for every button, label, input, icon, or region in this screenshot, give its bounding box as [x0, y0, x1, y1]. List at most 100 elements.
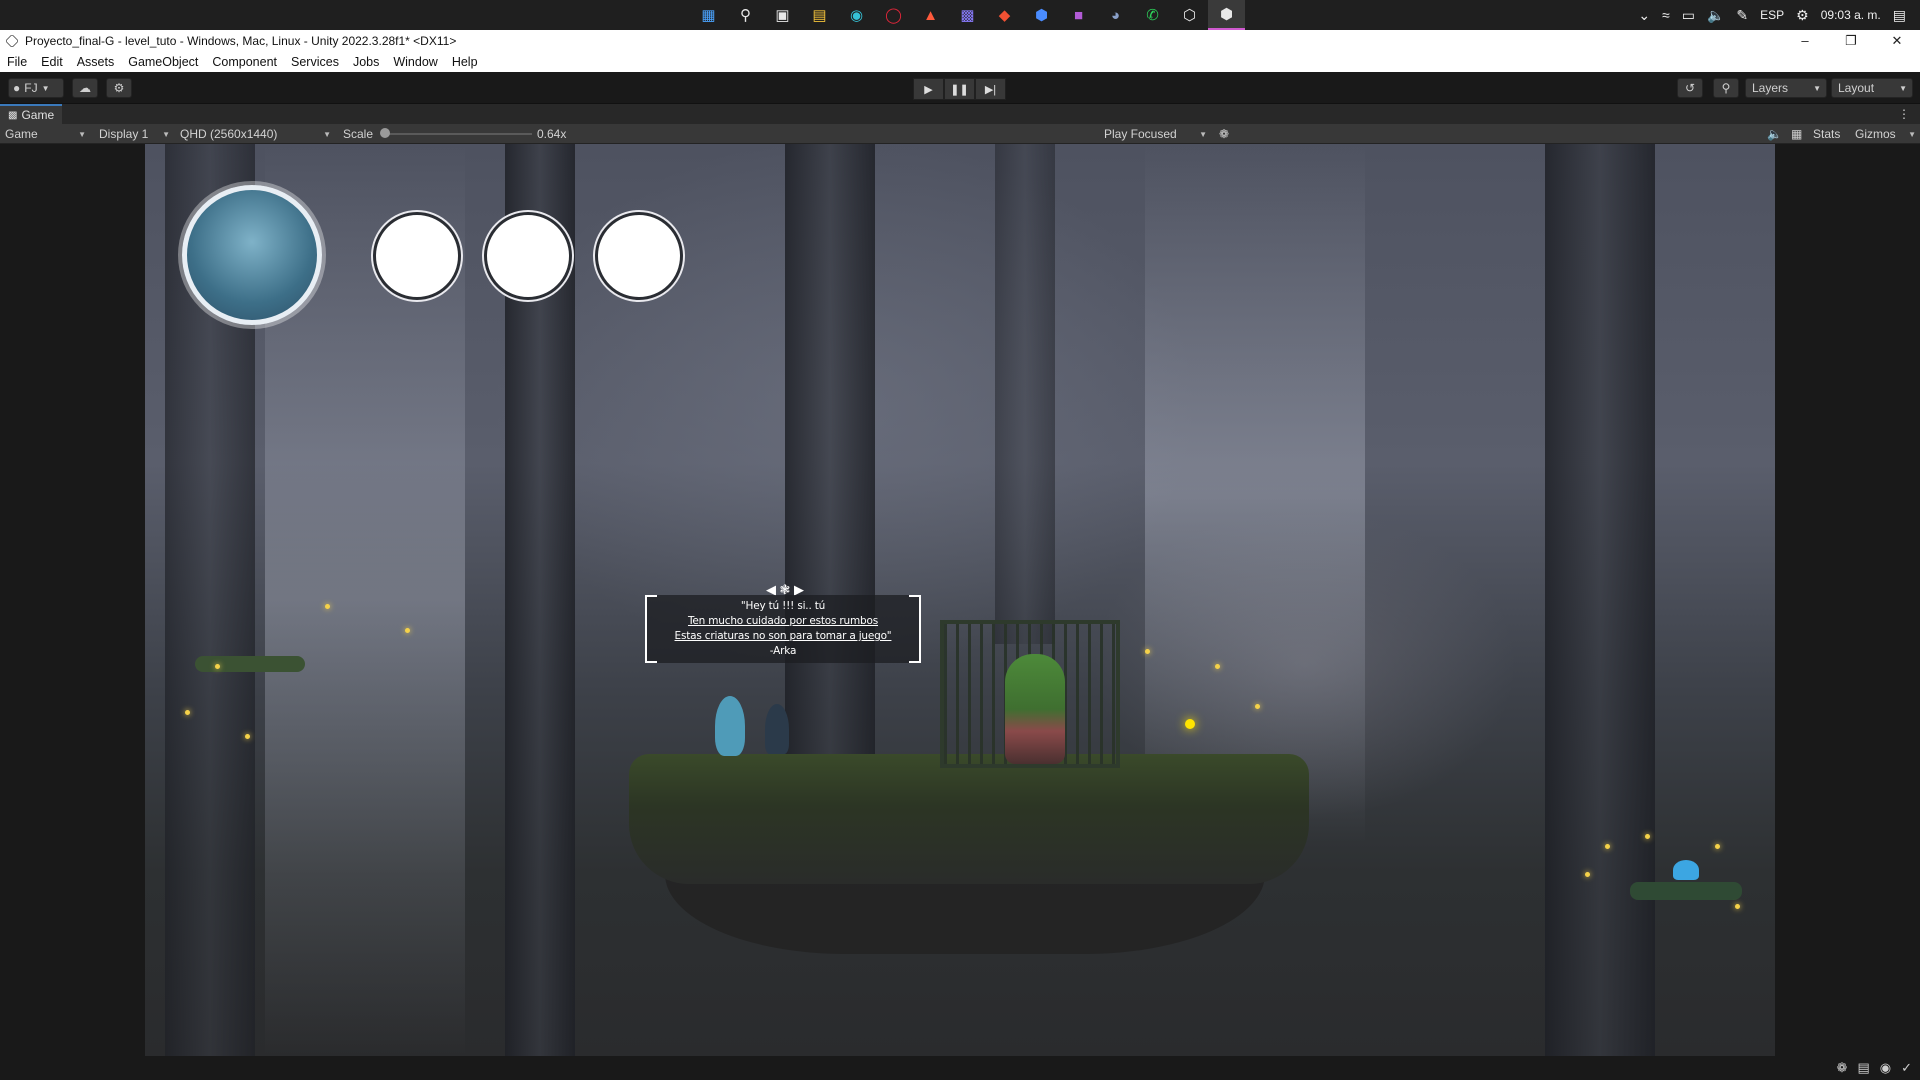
play-focus-dropdown[interactable]: Play Focused ▼	[1099, 124, 1211, 144]
search-icon[interactable]: ⚲	[727, 0, 764, 30]
layers-icon[interactable]: ▤	[1857, 1060, 1869, 1076]
windows-taskbar: ▦ ⚲ ▣ ▤ ◉ ◯ ▲ ▩ ◆ ⬢ ■ ◕ ✆ ⬡ ⬢ ⌄ ≈ ▭ 🔈 ✎ …	[0, 0, 1920, 30]
system-tray: ⌄ ≈ ▭ 🔈 ✎ ESP ⚙ 09:03 a. m. ▤	[1638, 0, 1906, 30]
life-slot	[373, 212, 461, 300]
whatsapp-icon[interactable]: ✆	[1134, 0, 1171, 30]
language-indicator[interactable]: ESP	[1760, 8, 1784, 22]
steam-icon[interactable]: ◕	[1097, 0, 1134, 30]
history-button[interactable]: ↺	[1677, 78, 1703, 98]
edge-icon[interactable]: ◉	[838, 0, 875, 30]
layers-dropdown[interactable]: Layers ▼	[1745, 78, 1827, 98]
audio-icon[interactable]: 🔈	[1762, 124, 1782, 144]
main-platform	[629, 754, 1309, 884]
bird-character	[715, 696, 745, 756]
scale-slider-track[interactable]	[384, 133, 532, 135]
layers-label: Layers	[1752, 81, 1789, 95]
gizmos-dropdown[interactable]: Gizmos ▼	[1850, 124, 1920, 144]
menu-window[interactable]: Window	[386, 55, 444, 69]
play-controls: ▶ ❚❚ ▶|	[913, 78, 1006, 100]
windows-start-icon[interactable]: ▦	[690, 0, 727, 30]
menu-component[interactable]: Component	[205, 55, 284, 69]
unity-editor-icon[interactable]: ⬢	[1208, 0, 1245, 30]
git-icon[interactable]: ◆	[986, 0, 1023, 30]
notification-icon[interactable]: ▤	[1893, 7, 1906, 24]
pen-icon[interactable]: ✎	[1736, 7, 1748, 24]
npc-dialog-box: "Hey tú !!! si.. tú Ten mucho cuidado po…	[645, 595, 921, 663]
task-view-icon[interactable]: ▣	[764, 0, 801, 30]
grid-icon[interactable]: ▦	[1786, 124, 1802, 144]
chevron-up-icon[interactable]: ⌄	[1638, 7, 1650, 24]
window-title: Proyecto_final-G - level_tuto - Windows,…	[25, 33, 457, 48]
stats-button[interactable]: Stats	[1808, 124, 1840, 144]
display-dropdown[interactable]: Display 1 ▼	[94, 124, 174, 144]
account-dropdown[interactable]: ● FJ ▼	[8, 78, 64, 98]
dialog-signature: -Arka	[769, 645, 797, 657]
game-scene[interactable]: ◀ ❃ ▶ "Hey tú !!! si.. tú Ten mucho cuid…	[145, 144, 1775, 1056]
vscode-icon[interactable]: ⬢	[1023, 0, 1060, 30]
volume-icon[interactable]: 🔈	[1707, 7, 1724, 24]
check-icon[interactable]: ✓	[1901, 1060, 1912, 1076]
menu-help[interactable]: Help	[445, 55, 485, 69]
step-icon: ▶|	[984, 83, 997, 96]
scale-slider-knob[interactable]	[380, 128, 390, 138]
opera-icon[interactable]: ◯	[875, 0, 912, 30]
cloud-button[interactable]: ☁	[72, 78, 98, 98]
menu-jobs[interactable]: Jobs	[346, 55, 386, 69]
menu-services[interactable]: Services	[284, 55, 346, 69]
resolution-dropdown[interactable]: QHD (2560x1440) ▼	[175, 124, 335, 144]
dialog-line-3: Estas criaturas no son para tomar a jueg…	[674, 630, 892, 642]
adobe-acrobat-icon[interactable]: ▲	[912, 0, 949, 30]
game-view-controls: Game ▼ Display 1 ▼ QHD (2560x1440) ▼ Sca…	[0, 124, 1920, 144]
view-mode-dropdown[interactable]: Game ▼	[0, 124, 90, 144]
battery-icon[interactable]: ▭	[1682, 7, 1695, 24]
discord-icon[interactable]: ▩	[949, 0, 986, 30]
dialog-corner	[645, 595, 657, 607]
light-orb	[1185, 719, 1195, 729]
chevron-down-icon: ▼	[323, 129, 331, 139]
gamepad-icon: ▩	[8, 109, 18, 121]
menu-bar: File Edit Assets GameObject Component Se…	[0, 51, 1920, 72]
firefly	[1645, 834, 1650, 839]
tree-trunk	[995, 144, 1055, 644]
step-button[interactable]: ▶|	[975, 78, 1006, 100]
resolution-label: QHD (2560x1440)	[180, 127, 278, 141]
mage-character	[765, 704, 789, 754]
menu-assets[interactable]: Assets	[70, 55, 122, 69]
collab-button[interactable]: ⚙	[106, 78, 132, 98]
account-icon: ●	[13, 81, 21, 95]
play-button[interactable]: ▶	[913, 78, 944, 100]
unity-hub-icon[interactable]: ⬡	[1171, 0, 1208, 30]
minimize-button[interactable]: –	[1782, 30, 1828, 51]
app-icon[interactable]: ■	[1060, 0, 1097, 30]
game-tab-bar: ▩ Game ⋮	[0, 104, 1920, 124]
tab-game-label: Game	[21, 108, 55, 122]
firefly	[1715, 844, 1720, 849]
status-bar: ❁ ▤ ◉ ✓	[0, 1056, 1920, 1080]
history-icon: ↺	[1684, 81, 1696, 95]
gizmos-label: Gizmos	[1855, 127, 1896, 141]
cloud-icon: ☁	[79, 81, 91, 95]
more-options-icon[interactable]: ⋮	[1898, 107, 1910, 121]
bug-icon[interactable]: ❁	[1214, 124, 1229, 144]
clock[interactable]: 09:03 a. m.	[1821, 8, 1881, 22]
file-explorer-icon[interactable]: ▤	[801, 0, 838, 30]
dialog-line-1: "Hey tú !!! si.. tú	[740, 600, 826, 612]
restore-button[interactable]: ❐	[1828, 30, 1874, 51]
menu-file[interactable]: File	[0, 55, 34, 69]
desktop-screen: ▦ ⚲ ▣ ▤ ◉ ◯ ▲ ▩ ◆ ⬢ ■ ◕ ✆ ⬡ ⬢ ⌄ ≈ ▭ 🔈 ✎ …	[0, 0, 1920, 1080]
layout-dropdown[interactable]: Layout ▼	[1831, 78, 1913, 98]
tab-game[interactable]: ▩ Game	[0, 104, 63, 124]
menu-gameobject[interactable]: GameObject	[121, 55, 205, 69]
wifi-icon[interactable]: ≈	[1662, 7, 1670, 23]
close-button[interactable]: ✕	[1874, 30, 1920, 51]
chevron-down-icon: ▼	[1908, 129, 1916, 139]
network-icon[interactable]: ◉	[1880, 1060, 1891, 1076]
gear-icon[interactable]: ⚙	[1796, 7, 1809, 24]
menu-edit[interactable]: Edit	[34, 55, 70, 69]
dialog-corner	[909, 595, 921, 607]
pause-button[interactable]: ❚❚	[944, 78, 975, 100]
dialog-corner	[909, 651, 921, 663]
bug-icon[interactable]: ❁	[1837, 1060, 1848, 1076]
search-button[interactable]: ⚲	[1713, 78, 1739, 98]
dialog-line-2: Ten mucho cuidado por estos rumbos	[687, 615, 878, 627]
